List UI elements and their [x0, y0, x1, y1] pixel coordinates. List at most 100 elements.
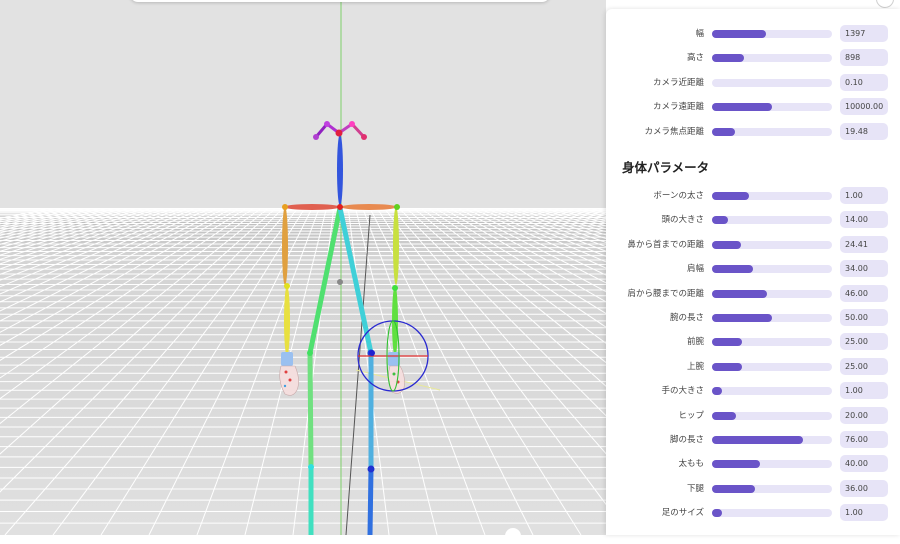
neck-joint[interactable] — [337, 204, 343, 210]
body-params-row: 太もも 40.00 — [606, 455, 900, 473]
slider-fill — [712, 338, 742, 347]
body-params-row: 頭の大きさ 14.00 — [606, 211, 900, 229]
param-slider[interactable] — [712, 265, 832, 274]
param-slider[interactable] — [712, 411, 832, 420]
param-value-input[interactable]: 0.10 — [840, 73, 888, 91]
right-thigh-bone[interactable] — [307, 350, 314, 470]
param-label: 下腿 — [686, 483, 704, 494]
param-value-input[interactable]: 25.00 — [840, 333, 888, 351]
param-value-input[interactable]: 14.00 — [840, 211, 888, 229]
panel-handle[interactable] — [505, 528, 521, 544]
param-value-input[interactable]: 898 — [840, 49, 888, 67]
param-value-input[interactable]: 1.00 — [840, 382, 888, 400]
sky-background — [0, 0, 606, 208]
left-ear-joint[interactable] — [361, 134, 367, 140]
param-value-input[interactable]: 50.00 — [840, 309, 888, 326]
left-knee-joint[interactable] — [367, 465, 375, 473]
param-slider[interactable] — [712, 362, 832, 371]
body-params-row: 肩から腰までの距離 46.00 — [606, 284, 900, 303]
slider-fill — [712, 54, 745, 63]
param-value-input[interactable]: 40.00 — [840, 455, 888, 473]
param-label: 脚の長さ — [669, 435, 704, 445]
param-slider[interactable] — [712, 509, 832, 518]
left-elbow-joint[interactable] — [392, 285, 398, 291]
slider-fill — [712, 240, 741, 249]
left-shoulder-bone[interactable] — [341, 204, 397, 210]
right-hip-joint[interactable] — [307, 350, 313, 356]
param-slider[interactable] — [712, 460, 832, 469]
param-slider[interactable] — [712, 103, 832, 112]
left-eye-joint[interactable] — [349, 121, 355, 127]
param-slider[interactable] — [712, 192, 832, 200]
body-params-row: 上腕 25.00 — [606, 357, 900, 376]
param-label: ヒップ — [678, 410, 704, 421]
param-slider[interactable] — [712, 314, 832, 322]
left-upper-arm-bone[interactable] — [393, 207, 399, 285]
param-slider[interactable] — [712, 387, 832, 396]
camera-settings-row: カメラ近距離 0.10 — [606, 73, 900, 92]
param-slider[interactable] — [712, 436, 832, 444]
slider-fill — [712, 192, 750, 200]
right-forearm-bone[interactable] — [284, 286, 290, 356]
nose-joint[interactable] — [335, 129, 343, 137]
param-value-input[interactable]: 76.00 — [840, 431, 888, 448]
body-params-row: 前腕 25.00 — [606, 333, 900, 351]
param-value-input[interactable]: 1397 — [840, 25, 888, 42]
param-slider[interactable] — [712, 289, 832, 298]
param-slider[interactable] — [712, 54, 832, 63]
right-knee-joint[interactable] — [308, 464, 314, 470]
right-shoulder-joint[interactable] — [282, 204, 288, 210]
neck-bone[interactable] — [337, 134, 343, 206]
slider-fill — [712, 411, 736, 420]
right-elbow-joint[interactable] — [284, 283, 290, 289]
param-slider[interactable] — [712, 78, 832, 87]
param-value-input[interactable]: 20.00 — [840, 406, 888, 424]
param-label: 手の大きさ — [661, 386, 704, 397]
param-label: カメラ近距離 — [652, 77, 704, 88]
right-eye-joint[interactable] — [324, 121, 330, 127]
body-params-row: 下腿 36.00 — [606, 479, 900, 498]
slider-fill — [712, 436, 804, 444]
param-value-input[interactable]: 46.00 — [840, 284, 888, 302]
right-shoulder-bone[interactable] — [284, 204, 340, 210]
slider-fill — [712, 103, 772, 112]
right-ear-joint[interactable] — [313, 134, 319, 140]
slider-fill — [712, 509, 722, 518]
slider-fill — [712, 216, 728, 225]
param-value-input[interactable]: 36.00 — [840, 479, 888, 497]
param-slider[interactable] — [712, 240, 832, 249]
left-shoulder-joint[interactable] — [394, 204, 400, 210]
body-params-row: ヒップ 20.00 — [606, 406, 900, 425]
param-slider[interactable] — [712, 127, 832, 136]
center-joint[interactable] — [337, 279, 343, 285]
body-params-row: 手の大きさ 1.00 — [606, 382, 900, 400]
param-label: カメラ焦点距離 — [644, 126, 704, 137]
param-value-input[interactable]: 10000.00 — [840, 98, 888, 116]
param-slider[interactable] — [712, 30, 832, 38]
slider-fill — [712, 387, 722, 396]
slider-fill — [712, 30, 766, 38]
param-slider[interactable] — [712, 216, 832, 225]
param-label: 高さ — [686, 53, 704, 64]
param-slider[interactable] — [712, 338, 832, 347]
param-label: 前腕 — [686, 337, 704, 348]
param-label: 肩幅 — [686, 264, 704, 275]
param-label: ボーンの太さ — [653, 191, 704, 201]
left-shin-bone[interactable] — [367, 468, 374, 535]
body-params-row: 鼻から首までの距離 24.41 — [606, 235, 900, 254]
body-params-row: ボーンの太さ 1.00 — [606, 187, 900, 205]
body-params-row: 肩幅 34.00 — [606, 260, 900, 278]
param-slider[interactable] — [712, 484, 832, 493]
param-value-input[interactable]: 24.41 — [840, 235, 888, 253]
camera-settings-row: カメラ遠距離 10000.00 — [606, 98, 900, 116]
param-value-input[interactable]: 25.00 — [840, 357, 888, 375]
camera-settings-row: 高さ 898 — [606, 49, 900, 67]
param-value-input[interactable]: 34.00 — [840, 260, 888, 278]
param-value-input[interactable]: 19.48 — [840, 122, 888, 140]
param-value-input[interactable]: 1.00 — [840, 504, 888, 522]
param-label: 上腕 — [686, 361, 704, 372]
right-upper-arm-bone[interactable] — [282, 207, 288, 285]
slider-fill — [712, 460, 760, 469]
param-value-input[interactable]: 1.00 — [840, 187, 888, 204]
slider-fill — [712, 362, 742, 371]
